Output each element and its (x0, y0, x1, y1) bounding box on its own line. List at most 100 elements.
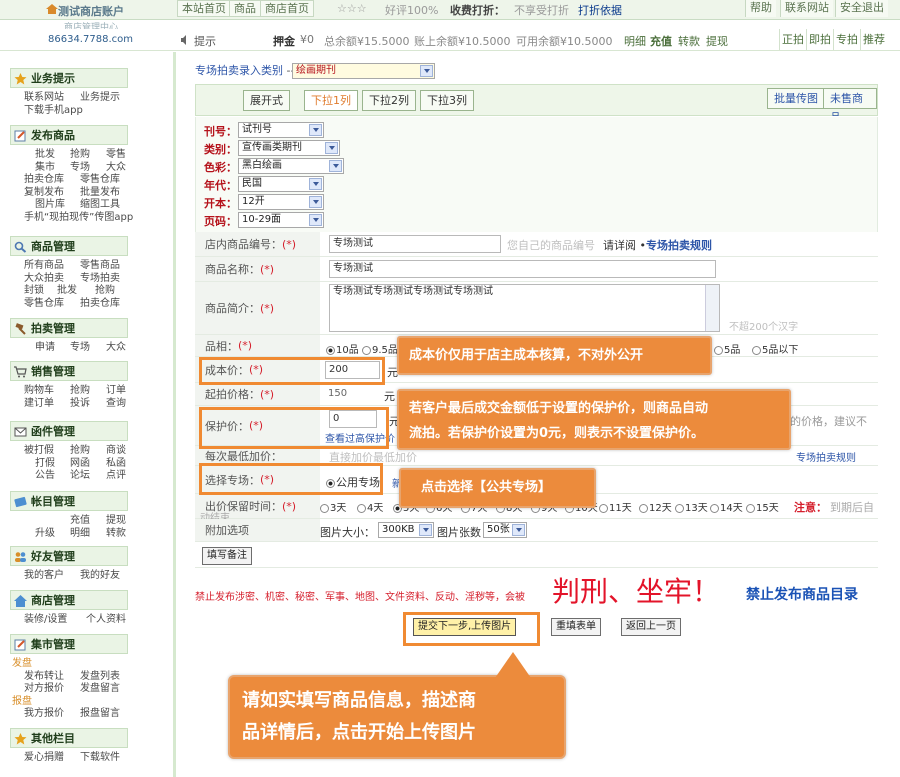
sidebar-item[interactable]: 下载软件 (80, 752, 120, 764)
filter-select[interactable]: 试刊号 (238, 122, 324, 138)
sidebar-item[interactable]: 抢购 (95, 285, 115, 297)
sidebar-section-9[interactable]: 集市管理 (10, 634, 128, 654)
name-input[interactable]: 专场测试 (329, 260, 716, 278)
sidebar-item[interactable]: 缩图工具 (80, 199, 120, 211)
tab-expanded[interactable]: 展开式 (243, 90, 290, 111)
sidebar-item[interactable]: 发盘留言 (80, 683, 120, 695)
keep-time-option[interactable]: 15天 (746, 499, 779, 514)
keep-time-option[interactable]: 11天 (599, 499, 632, 514)
sidebar-section-0[interactable]: 业务提示 (10, 68, 128, 88)
tab-instant[interactable]: 即拍 (806, 29, 833, 50)
sidebar-item[interactable]: 购物车 (24, 385, 54, 397)
sidebar-item[interactable]: 专场拍卖 (80, 273, 120, 285)
filter-select[interactable]: 黑白绘画 (238, 158, 344, 174)
forbidden-list-link[interactable]: 禁止发布商品目录 (746, 584, 858, 604)
sidebar-item[interactable]: 封锁 (24, 285, 44, 297)
sidebar-item[interactable]: 提现 (106, 515, 126, 527)
sidebar-item[interactable]: 被打假 (24, 445, 54, 457)
sidebar-item[interactable]: 装修/设置 (24, 614, 67, 626)
sidebar-item[interactable]: 点评 (106, 470, 126, 482)
sidebar-section-2[interactable]: 商品管理 (10, 236, 128, 256)
tab-recommend[interactable]: 推荐 (860, 29, 887, 50)
batch-upload-button[interactable]: 批量传图 (767, 88, 825, 109)
sidebar-item[interactable]: 对方报价 (24, 683, 64, 695)
special-rules-link[interactable]: 专场拍卖规则 (646, 237, 712, 253)
help-button[interactable]: 帮助 (745, 0, 776, 17)
sidebar-item[interactable]: 集市 (35, 162, 55, 174)
sidebar-item[interactable]: 发盘列表 (80, 671, 120, 683)
tab-dropdown-3[interactable]: 下拉3列 (420, 90, 474, 111)
sidebar-item[interactable]: 论坛 (70, 470, 90, 482)
sidebar-section-8[interactable]: 商店管理 (10, 590, 128, 610)
sidebar-item[interactable]: 明细 (70, 528, 90, 540)
sidebar-section-5[interactable]: 函件管理 (10, 421, 128, 441)
sidebar-item[interactable]: 批发 (35, 149, 55, 161)
filter-select[interactable]: 民国 (238, 176, 324, 192)
sidebar-item[interactable]: 抢购 (70, 149, 90, 161)
category-select[interactable]: 绘画期刊 (292, 63, 435, 79)
sidebar-item[interactable]: 私函 (106, 458, 126, 470)
sidebar-item[interactable]: 网函 (70, 458, 90, 470)
filter-select[interactable]: 10-29面 (238, 212, 324, 228)
sidebar-item[interactable]: 查询 (106, 398, 126, 410)
image-count-select[interactable]: 50张 (483, 522, 527, 538)
sidebar-section-6[interactable]: 帐目管理 (10, 491, 128, 511)
grade-option[interactable]: 10品 (326, 341, 359, 356)
sidebar-item[interactable]: 专场 (70, 342, 90, 354)
tab-special[interactable]: 专拍 (833, 29, 860, 50)
sidebar-item[interactable]: 零售 (106, 149, 126, 161)
sidebar-item[interactable]: 爱心捐赠 (24, 752, 64, 764)
tab-shop-home[interactable]: 商店首页 (260, 0, 314, 17)
sidebar-item[interactable]: 抢购 (70, 445, 90, 457)
back-button[interactable]: 返回上一页 (621, 618, 681, 636)
sidebar-item[interactable]: 下载手机app (24, 105, 83, 117)
detail-link[interactable]: 明细 (624, 33, 646, 49)
sidebar-item[interactable]: 发盘 (12, 658, 32, 670)
code-input[interactable]: 专场测试 (329, 235, 501, 253)
sidebar-item[interactable]: 商谈 (106, 445, 126, 457)
filter-select[interactable]: 12开 (238, 194, 324, 210)
sidebar-item[interactable]: 我的好友 (80, 570, 120, 582)
keep-time-option[interactable]: 3天 (320, 499, 346, 514)
filter-select[interactable]: 宣传画类期刊 (238, 140, 340, 156)
grade-option[interactable]: 5品以下 (752, 341, 798, 356)
logout-button[interactable]: 安全退出 (835, 0, 888, 17)
tab-dropdown-2[interactable]: 下拉2列 (362, 90, 416, 111)
sidebar-section-7[interactable]: 好友管理 (10, 546, 128, 566)
sidebar-item[interactable]: 专场 (70, 162, 90, 174)
sidebar-item[interactable]: 公告 (35, 470, 55, 482)
withdraw-link[interactable]: 提现 (706, 33, 728, 49)
keep-time-option[interactable]: 13天 (675, 499, 708, 514)
sidebar-item[interactable]: 建订单 (24, 398, 54, 410)
tab-goods[interactable]: 商品 (229, 0, 261, 17)
sidebar-item[interactable]: 转款 (106, 528, 126, 540)
sidebar-section-1[interactable]: 发布商品 (10, 125, 128, 145)
sidebar-item[interactable]: 拍卖仓库 (24, 174, 64, 186)
transfer-link[interactable]: 转款 (678, 33, 700, 49)
sidebar-item[interactable]: 拍卖仓库 (80, 298, 120, 310)
logo-title[interactable]: 测试商店账户 (58, 3, 124, 19)
sidebar-item[interactable]: 联系网站 (24, 92, 64, 104)
sidebar-item[interactable]: 发布转让 (24, 671, 64, 683)
reset-form-button[interactable]: 重填表单 (551, 618, 601, 636)
contact-site-button[interactable]: 联系网站 (780, 0, 833, 17)
tab-live-auction[interactable]: 正拍 (779, 29, 806, 50)
sidebar-section-3[interactable]: 拍卖管理 (10, 318, 128, 338)
sidebar-section-4[interactable]: 销售管理 (10, 361, 128, 381)
tab-dropdown-1[interactable]: 下拉1列 (304, 90, 358, 111)
sidebar-item[interactable]: 零售仓库 (24, 298, 64, 310)
description-textarea[interactable]: 专场测试专场测试专场测试专场测试 (329, 284, 720, 332)
sidebar-item[interactable]: 报盘留言 (80, 708, 120, 720)
tab-site-home[interactable]: 本站首页 (177, 0, 231, 17)
sidebar-section-10[interactable]: 其他栏目 (10, 728, 128, 748)
sidebar-item[interactable]: 打假 (35, 458, 55, 470)
sidebar-item[interactable]: 我方报价 (24, 708, 64, 720)
sidebar-item[interactable]: 大众 (106, 162, 126, 174)
keep-time-option[interactable]: 4天 (357, 499, 383, 514)
recharge-link[interactable]: 充值 (650, 33, 672, 49)
sidebar-item[interactable]: 我的客户 (24, 570, 64, 582)
sidebar-item[interactable]: 报盘 (12, 696, 32, 708)
sidebar-item[interactable]: 升级 (35, 528, 55, 540)
sidebar-item[interactable]: 订单 (106, 385, 126, 397)
min-rules-link[interactable]: 专场拍卖规则 (796, 449, 856, 464)
